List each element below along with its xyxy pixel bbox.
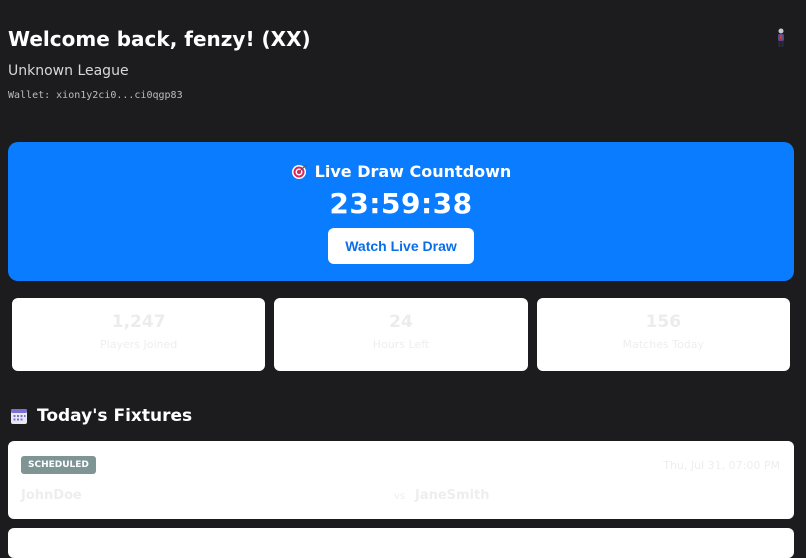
fixture-card[interactable]: SCHEDULED Thu, Jul 31, 07:00 PM JohnDoe …	[8, 441, 794, 519]
stat-label: Matches Today	[622, 338, 704, 351]
countdown-title-label: Live Draw Countdown	[314, 162, 512, 181]
stat-hours-left: 24 Hours Left	[274, 298, 528, 371]
stat-players-joined: 1,247 Players Joined	[12, 298, 266, 371]
league-name: Unknown League	[8, 63, 129, 79]
page-title: Welcome back, fenzy! (XX)	[8, 27, 311, 51]
watch-live-draw-button[interactable]: Watch Live Draw	[328, 228, 474, 264]
fixtures-title: Today's Fixtures	[37, 406, 193, 426]
status-badge: SCHEDULED	[21, 456, 96, 474]
stat-label: Players Joined	[100, 338, 178, 351]
stat-value: 156	[645, 312, 682, 332]
stat-value: 24	[389, 312, 413, 332]
team-away: JaneSmith	[415, 488, 490, 503]
stats-row: 1,247 Players Joined 24 Hours Left 156 M…	[12, 298, 790, 371]
fixture-card[interactable]	[8, 528, 794, 558]
fixture-time: Thu, Jul 31, 07:00 PM	[663, 459, 780, 472]
countdown-title: Live Draw Countdown	[8, 162, 794, 181]
live-draw-countdown: Live Draw Countdown 23:59:38 Watch Live …	[8, 142, 794, 281]
versus-label: vs	[394, 491, 406, 502]
stat-matches-today: 156 Matches Today	[536, 298, 790, 371]
welcome-header: Welcome back, fenzy! (XX) Unknown League…	[8, 24, 798, 101]
stat-value: 1,247	[111, 312, 166, 332]
fixtures-heading: Today's Fixtures	[10, 406, 192, 426]
calendar-icon	[11, 409, 27, 424]
team-home: JohnDoe	[21, 488, 82, 503]
wallet-address: Wallet: xion1y2ci0...ci0qgp83	[8, 90, 183, 101]
countdown-timer: 23:59:38	[329, 187, 473, 220]
target-icon	[291, 164, 307, 179]
figure-icon[interactable]	[774, 28, 788, 48]
stat-label: Hours Left	[372, 338, 430, 351]
